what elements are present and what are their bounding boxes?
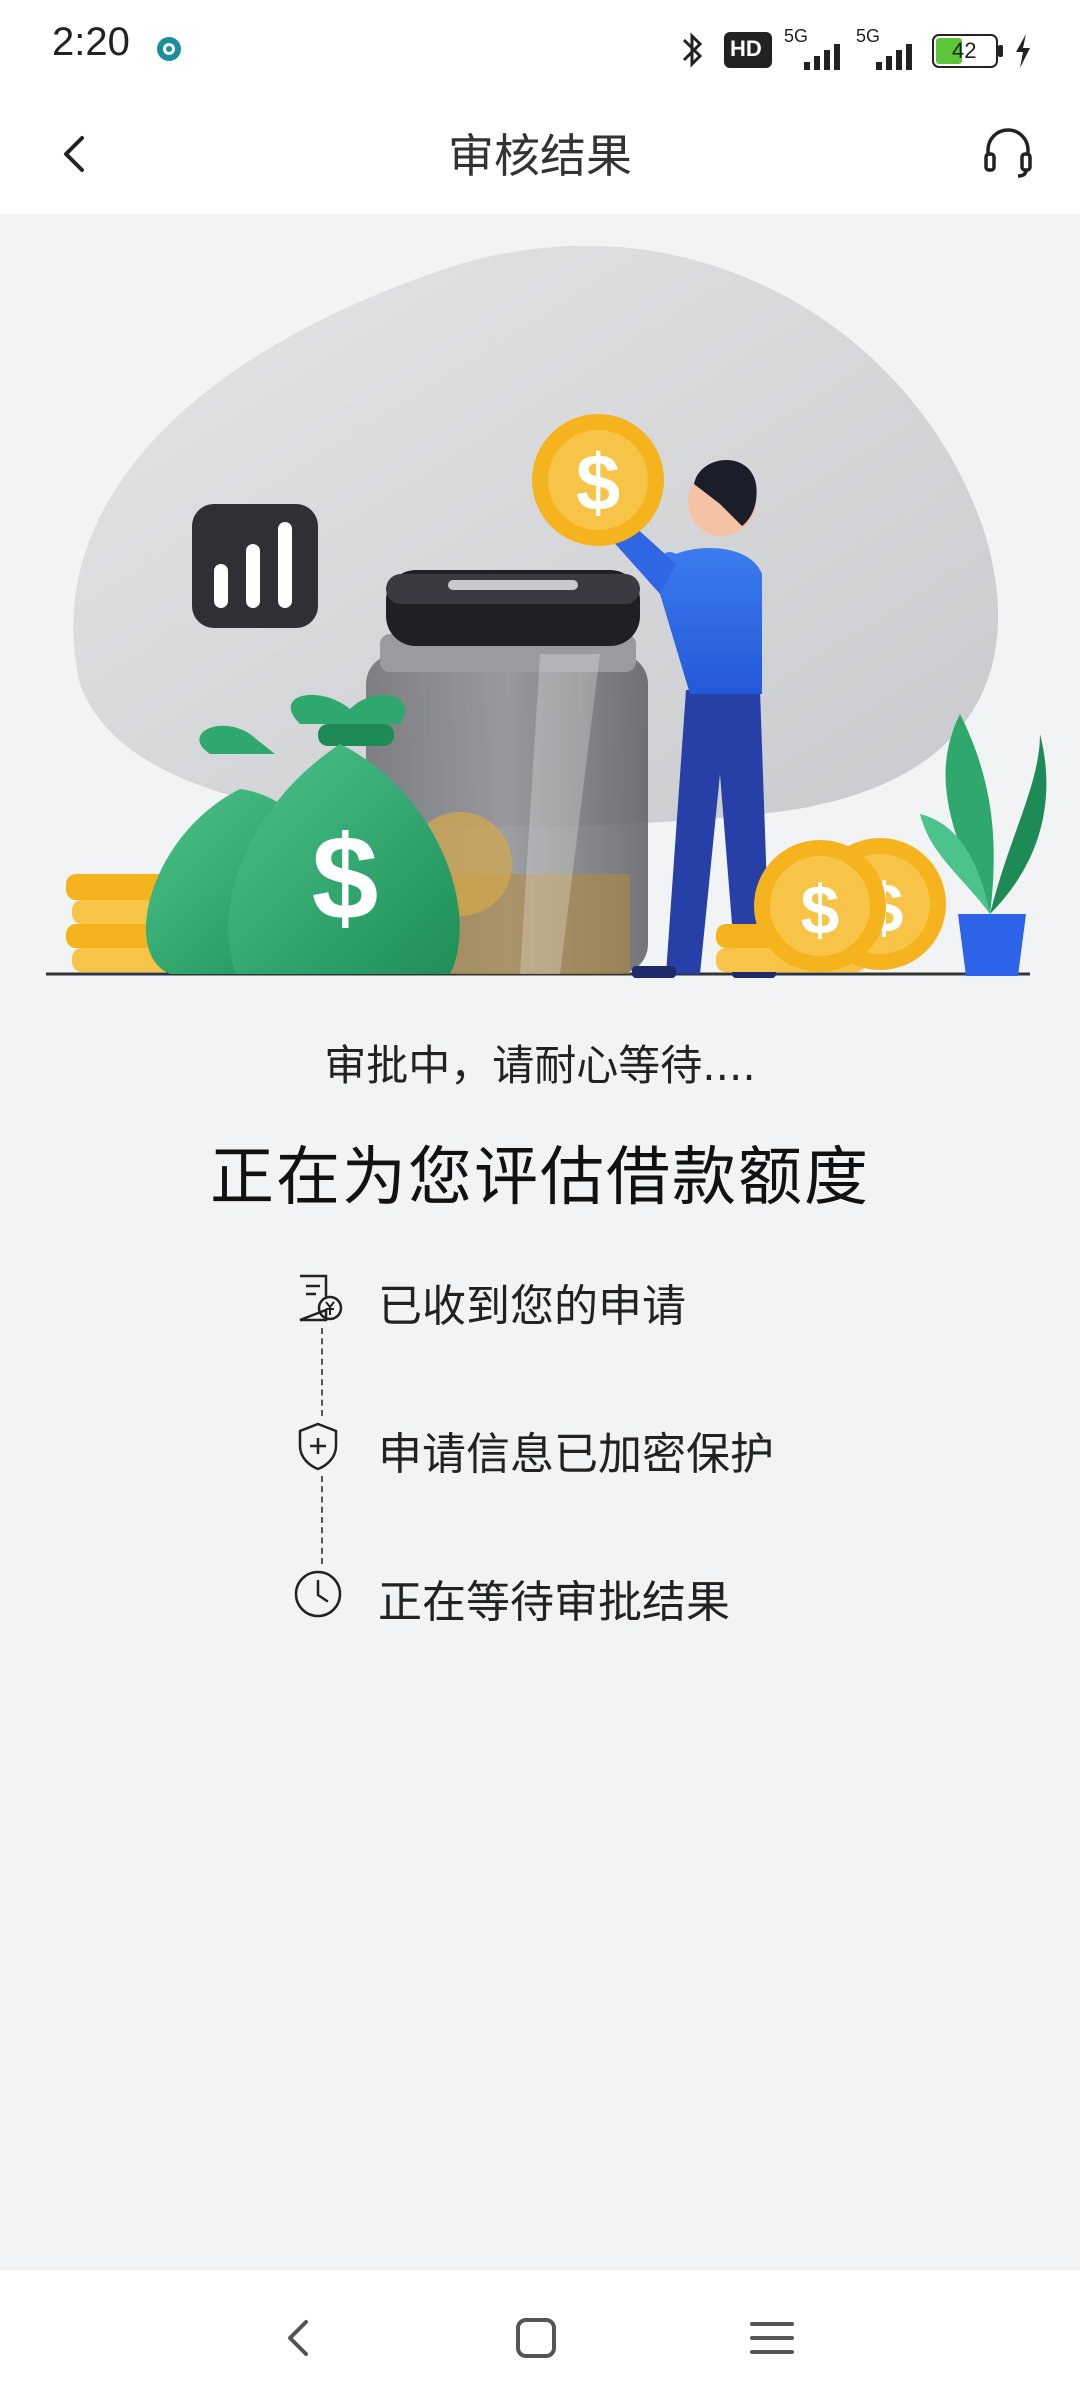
signal-5g-icon xyxy=(876,44,912,70)
battery-level: 42 xyxy=(952,38,977,63)
hd-label: HD xyxy=(730,36,762,61)
document-money-icon xyxy=(299,1274,343,1322)
charging-icon xyxy=(1016,34,1030,68)
step-label-waiting: 正在等待审批结果 xyxy=(378,1577,730,1628)
page-title: 审核结果 xyxy=(448,129,632,183)
back-icon[interactable] xyxy=(268,2306,332,2370)
status-icons: HD 5G 5G 42 xyxy=(674,26,1034,74)
home-icon[interactable] xyxy=(504,2306,568,2370)
status-time: 2:20 xyxy=(52,20,130,64)
menu-icon[interactable] xyxy=(740,2306,804,2370)
clock-icon xyxy=(294,1570,342,1618)
bar-chart-icon xyxy=(192,504,318,628)
signal-5g-icon xyxy=(804,44,840,70)
svg-text:$: $ xyxy=(801,871,840,949)
step-label-encrypted: 申请信息已加密保护 xyxy=(378,1429,774,1480)
savings-illustration: $ $ $ $ xyxy=(46,245,1047,978)
shield-plus-icon xyxy=(298,1422,338,1471)
app-notification-icon xyxy=(157,37,181,61)
bluetooth-icon xyxy=(682,32,703,68)
status-bar: 2:20 HD 5G 5G 42 xyxy=(0,0,1080,96)
status-subtitle: 审批中，请耐心等待.... xyxy=(324,1041,756,1090)
progress-steps: 已收到您的申请 申请信息已加密保护 正在等待审批结果 xyxy=(0,1270,1080,1630)
system-nav-bar xyxy=(0,2270,1080,2400)
potted-plant xyxy=(920,714,1047,976)
main-title: 正在为您评估借款额度 xyxy=(210,1141,870,1215)
step-connector xyxy=(321,1476,323,1564)
step-label-received: 已收到您的申请 xyxy=(378,1281,686,1332)
dollar-sign: $ xyxy=(312,811,379,945)
svg-text:$: $ xyxy=(576,438,621,527)
coin-held: $ xyxy=(532,414,664,546)
header-bar: 审核结果 xyxy=(0,96,1080,214)
step-connector xyxy=(321,1328,323,1416)
headset-icon[interactable] xyxy=(976,120,1040,184)
